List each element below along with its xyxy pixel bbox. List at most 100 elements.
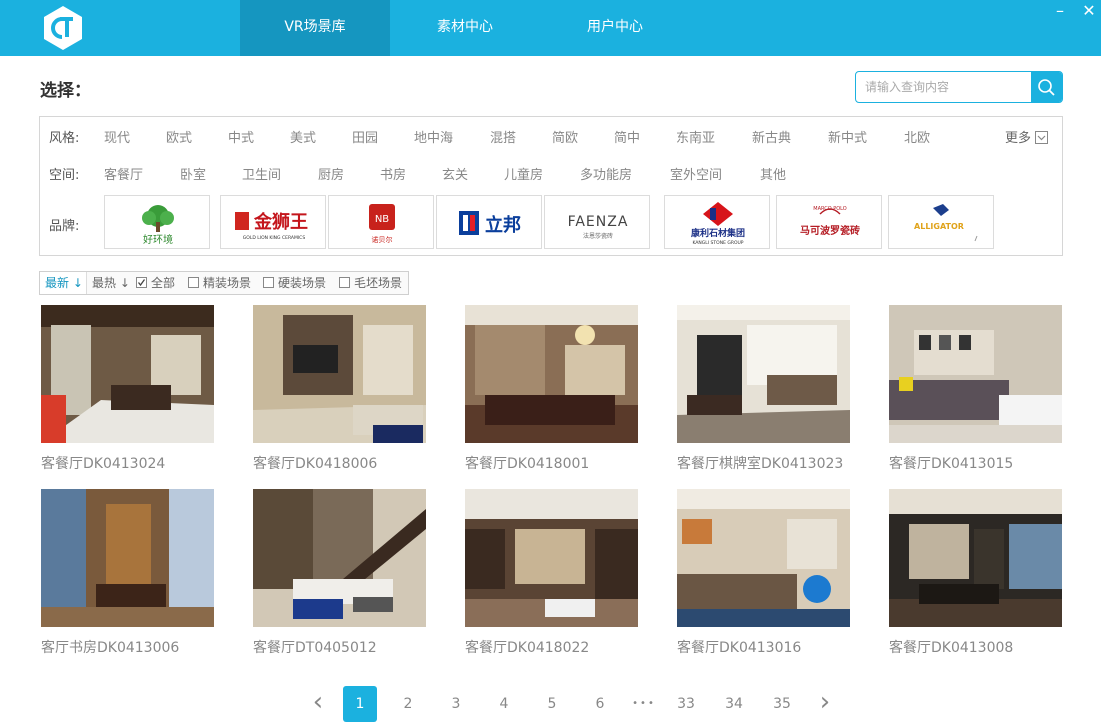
space-option[interactable]: 室外空间 (670, 164, 722, 183)
page-button[interactable]: 5 (535, 686, 569, 722)
checkbox-rough-scene[interactable]: 毛坯场景 (339, 272, 402, 294)
scene-title: 客餐厅DK0413016 (677, 640, 802, 656)
scene-title: 客厅书房DK0413006 (41, 640, 180, 656)
more-label: 更多 (1005, 131, 1032, 146)
space-option[interactable]: 多功能房 (580, 164, 632, 183)
svg-text:FAENZA: FAENZA (568, 214, 629, 230)
page-button[interactable]: 33 (669, 686, 703, 722)
top-bar: VR场景库 素材中心 用户中心 – ✕ (0, 0, 1101, 56)
scene-thumbnail[interactable] (253, 305, 426, 443)
checkbox-finished-scene[interactable]: 精装场景 (188, 272, 251, 294)
space-option[interactable]: 其他 (760, 164, 786, 183)
svg-text:立邦: 立邦 (485, 214, 521, 236)
page-button[interactable]: 2 (391, 686, 425, 722)
scene-thumbnail[interactable] (253, 489, 426, 627)
minimize-button[interactable]: – (1050, 2, 1070, 22)
brand-logo-haohuanjing[interactable]: 好环境 (104, 195, 210, 249)
scene-card[interactable]: 客餐厅DK0418001 (465, 305, 639, 473)
scene-card[interactable]: 客餐厅棋牌室DK0413023 (677, 305, 851, 473)
brand-logo-alligator[interactable]: ALLIGATOR (888, 195, 994, 249)
style-option[interactable]: 现代 (104, 127, 130, 146)
scene-card[interactable]: 客餐厅DT0405012 (253, 489, 427, 657)
style-option[interactable]: 欧式 (166, 127, 192, 146)
style-option[interactable]: 新古典 (752, 127, 791, 146)
space-option[interactable]: 客餐厅 (104, 164, 143, 183)
space-option[interactable]: 厨房 (318, 164, 344, 183)
page-button[interactable]: 4 (487, 686, 521, 722)
scene-thumbnail[interactable] (677, 489, 850, 627)
style-option[interactable]: 田园 (352, 127, 378, 146)
brand-logo-nuobeier[interactable]: NB 诺贝尔 (328, 195, 434, 249)
style-option[interactable]: 北欧 (904, 127, 930, 146)
scene-card[interactable]: 客厅书房DK0413006 (41, 489, 215, 657)
scene-card[interactable]: 客餐厅DK0418006 (253, 305, 427, 473)
search-input[interactable] (856, 72, 1032, 102)
style-option[interactable]: 中式 (228, 127, 254, 146)
space-option[interactable]: 卫生间 (242, 164, 281, 183)
svg-text:康利石材集团: 康利石材集团 (691, 227, 745, 239)
brand-logo-jinshiwang[interactable]: 金狮王 GOLD LION KING CERAMICS (220, 195, 326, 249)
svg-text:诺贝尔: 诺贝尔 (372, 235, 393, 244)
tab-material-center[interactable]: 素材中心 (390, 0, 540, 56)
pagination: ‹ 1 2 3 4 5 6 ••• 33 34 35 › (0, 686, 1101, 722)
tab-user-center[interactable]: 用户中心 (540, 0, 690, 56)
checkbox-icon (263, 277, 274, 288)
style-option[interactable]: 地中海 (414, 127, 453, 146)
scene-thumbnail[interactable] (465, 489, 638, 627)
scene-thumbnail[interactable] (889, 305, 1062, 443)
search-button[interactable] (1031, 72, 1062, 102)
space-option[interactable]: 卧室 (180, 164, 206, 183)
page-button[interactable]: 34 (717, 686, 751, 722)
checkbox-label: 毛坯场景 (354, 276, 403, 290)
close-button[interactable]: ✕ (1079, 2, 1099, 22)
next-page-button[interactable]: › (811, 686, 839, 722)
scene-card[interactable]: 客餐厅DK0413024 (41, 305, 215, 473)
brand-logo-kangli[interactable]: 康利石材集团 KANGLI STONE GROUP (664, 195, 770, 249)
scene-thumbnail[interactable] (41, 489, 214, 627)
more-styles-button[interactable]: 更多 (1005, 127, 1049, 146)
style-filter-label: 风格: (49, 131, 80, 146)
brand-logo-libang[interactable]: 立邦 (436, 195, 542, 249)
scene-thumbnail[interactable] (465, 305, 638, 443)
brand-logo-faenza[interactable]: FAENZA 法恩莎瓷砖 (544, 195, 650, 249)
space-option[interactable]: 书房 (380, 164, 406, 183)
svg-text:GOLD LION KING CERAMICS: GOLD LION KING CERAMICS (243, 235, 306, 241)
space-filter-label: 空间: (49, 168, 80, 183)
page-button-current[interactable]: 1 (343, 686, 377, 722)
scene-title: 客餐厅DK0418006 (253, 456, 378, 472)
style-filter-row: 风格: 现代 欧式 中式 美式 田园 地中海 混搭 简欧 简中 东南亚 新古典 … (40, 127, 1062, 151)
scene-thumbnail[interactable] (41, 305, 214, 443)
checkbox-all[interactable]: 全部 (136, 272, 175, 294)
page-button[interactable]: 35 (765, 686, 799, 722)
checkbox-hard-decor-scene[interactable]: 硬装场景 (263, 272, 326, 294)
scene-card[interactable]: 客餐厅DK0413016 (677, 489, 851, 657)
svg-text:KANGLI STONE GROUP: KANGLI STONE GROUP (692, 240, 743, 246)
arrow-down-icon: ↓ (69, 276, 83, 290)
style-option[interactable]: 新中式 (828, 127, 867, 146)
page-button[interactable]: 3 (439, 686, 473, 722)
app-logo-icon (40, 5, 86, 51)
scene-title: 客餐厅DK0418022 (465, 640, 590, 656)
sort-newest-button[interactable]: 最新 ↓ (40, 272, 86, 294)
brand-logo-marcopolo[interactable]: MARCO POLO 马可波罗瓷砖 (776, 195, 882, 249)
checkbox-checked-icon (136, 277, 147, 288)
space-option[interactable]: 玄关 (442, 164, 468, 183)
scene-title: 客餐厅棋牌室DK0413023 (677, 456, 844, 472)
pagination-ellipsis: ••• (632, 698, 656, 709)
scene-card[interactable]: 客餐厅DK0418022 (465, 489, 639, 657)
page-button[interactable]: 6 (583, 686, 617, 722)
prev-page-button[interactable]: ‹ (304, 686, 332, 722)
style-option[interactable]: 简欧 (552, 127, 578, 146)
sort-hottest-button[interactable]: 最热 ↓ (86, 272, 132, 294)
scene-thumbnail[interactable] (677, 305, 850, 443)
scene-card[interactable]: 客餐厅DK0413008 (889, 489, 1063, 657)
tab-vr-scene-library[interactable]: VR场景库 (240, 0, 390, 56)
style-option[interactable]: 简中 (614, 127, 640, 146)
checkbox-label: 全部 (151, 276, 176, 290)
scene-card[interactable]: 客餐厅DK0413015 (889, 305, 1063, 473)
scene-thumbnail[interactable] (889, 489, 1062, 627)
style-option[interactable]: 美式 (290, 127, 316, 146)
style-option[interactable]: 混搭 (490, 127, 516, 146)
style-option[interactable]: 东南亚 (676, 127, 715, 146)
space-option[interactable]: 儿童房 (504, 164, 543, 183)
